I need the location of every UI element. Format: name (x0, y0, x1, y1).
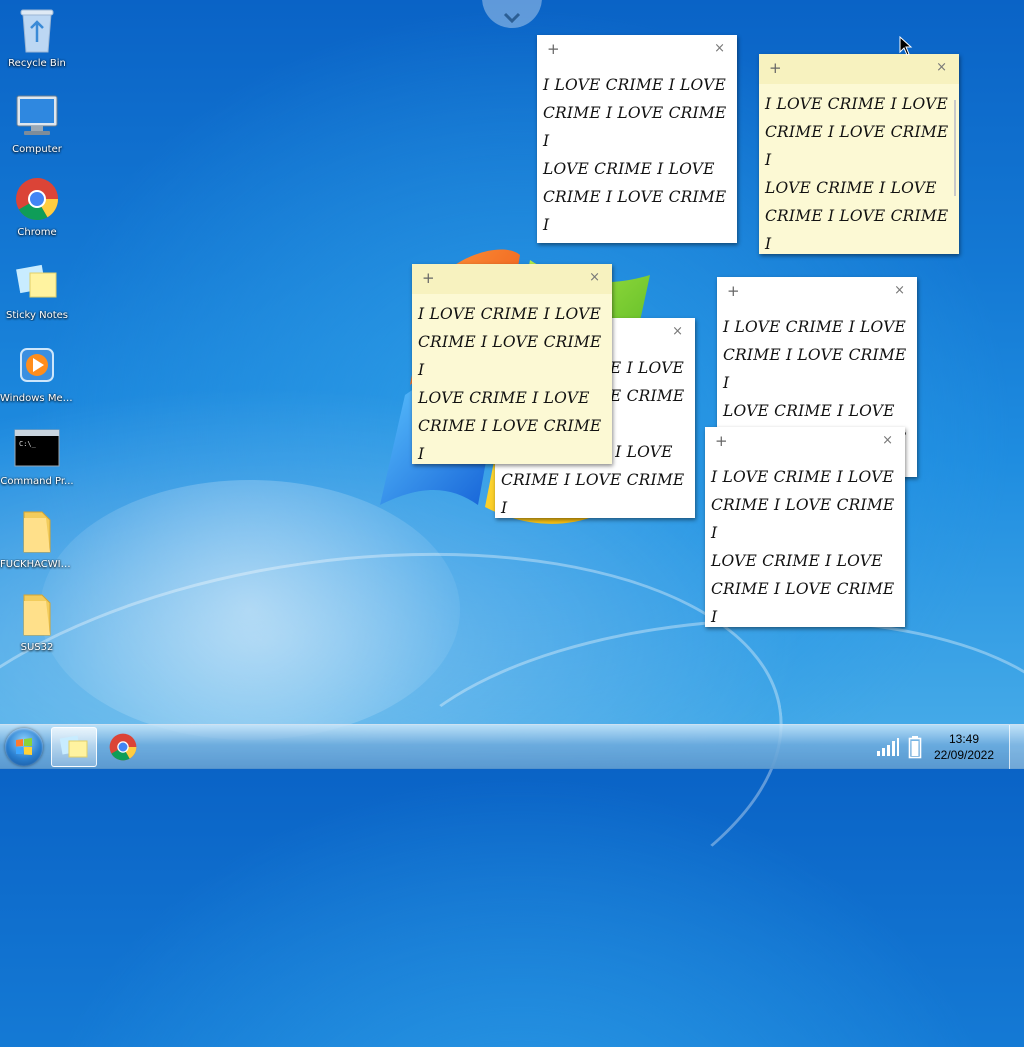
desktop-icon-label: Sticky Notes (6, 310, 68, 321)
sticky-note-text[interactable]: I LOVE CRIME I LOVE CRIME I LOVE CRIME I L… (759, 84, 959, 254)
sticky-note[interactable]: + × I LOVE CRIME I LOVE CRIME I LOVE CRIM… (759, 54, 959, 254)
sticky-note-line: CRIME I LOVE CRIME I (723, 346, 907, 392)
desktop-icon-sticky-notes[interactable]: Sticky Notes (0, 258, 74, 321)
sticky-note-line: LOVE CRIME I LOVE (711, 552, 883, 570)
desktop-icon-label: Recycle Bin (8, 58, 66, 69)
sticky-note-line: LOVE CRIME I LOVE (543, 239, 731, 243)
clock-time: 13:49 (948, 732, 980, 746)
folder-icon (13, 590, 61, 638)
taskbar-item-chrome[interactable] (100, 727, 146, 767)
clock-date: 22/09/2022 (933, 748, 995, 762)
add-note-icon[interactable]: + (547, 40, 560, 58)
show-desktop-button[interactable] (1009, 725, 1024, 769)
sticky-note-line: CRIME I LOVE CRIME I (711, 580, 895, 626)
sticky-note-line: CRIME I LOVE CRIME I (711, 496, 895, 542)
windows-start-icon (16, 738, 32, 755)
sticky-note-titlebar[interactable]: + × (537, 35, 737, 65)
close-note-icon[interactable]: × (672, 324, 683, 339)
desktop-icon-recycle-bin[interactable]: Recycle Bin (0, 6, 74, 69)
close-note-icon[interactable]: × (714, 41, 725, 56)
sticky-notes-icon (13, 258, 61, 306)
sticky-note[interactable]: + × I LOVE CRIME I LOVE CRIME I LOVE CRIM… (705, 427, 905, 627)
sticky-note-text[interactable]: I LOVE CRIME I LOVE CRIME I LOVE CRIME I L… (705, 457, 905, 627)
desktop-icon-label: Windows Med... (0, 393, 74, 404)
sticky-note-line: CRIME I LOVE CRIME I (543, 188, 727, 234)
close-note-icon[interactable]: × (936, 60, 947, 75)
taskbar-item-sticky-notes[interactable] (51, 727, 97, 767)
sticky-note[interactable]: + × I LOVE CRIME I LOVE CRIME I LOVE CRIM… (412, 264, 612, 464)
add-note-icon[interactable]: + (769, 59, 782, 77)
desktop-icon-label: Command Pr... (0, 476, 74, 487)
windows-media-player-icon (13, 341, 61, 389)
sticky-note-scrollbar[interactable] (954, 100, 956, 196)
command-prompt-icon: C:\_ (13, 424, 61, 472)
sticky-note-line: I LOVE CRIME I LOVE (723, 318, 907, 336)
sticky-note-titlebar[interactable]: + × (705, 427, 905, 457)
sticky-note[interactable]: + × I LOVE CRIME I LOVE CRIME I LOVE CRIM… (537, 35, 737, 243)
desktop-icon-label: SUS32 (20, 642, 54, 653)
folder-icon (13, 507, 61, 555)
battery-icon[interactable] (908, 735, 922, 759)
add-note-icon[interactable]: + (715, 432, 728, 450)
desktop-icon-folder-fuckhacwi[interactable]: FUCKHACWI3.1 (0, 507, 74, 570)
desktop-icon-computer[interactable]: Computer (0, 92, 74, 155)
close-note-icon[interactable]: × (894, 283, 905, 298)
mouse-cursor-icon (899, 36, 913, 56)
sticky-note-line: CRIME I LOVE CRIME I (765, 207, 949, 253)
desktop-icon-label: Computer (12, 144, 62, 155)
sticky-note-titlebar[interactable]: + × (717, 277, 917, 307)
close-note-icon[interactable]: × (882, 433, 893, 448)
signal-icon[interactable] (876, 737, 900, 757)
sticky-note-titlebar[interactable]: + × (759, 54, 959, 84)
desktop-icon-command-prompt[interactable]: C:\_ Command Pr... (0, 424, 74, 487)
svg-text:C:\_: C:\_ (19, 440, 37, 448)
chrome-icon (13, 175, 61, 223)
sticky-note-line: LOVE CRIME I LOVE (543, 160, 715, 178)
sticky-note-line: LOVE CRIME I LOVE (418, 389, 590, 407)
sticky-note-line: CRIME I LOVE CRIME I (765, 123, 949, 169)
computer-icon (13, 92, 61, 140)
sticky-note-line: I LOVE CRIME I LOVE (711, 468, 895, 486)
top-dropdown-handle[interactable] (482, 0, 542, 28)
sticky-note-line: LOVE CRIME I LOVE (723, 402, 895, 420)
sticky-note-text[interactable]: I LOVE CRIME I LOVE CRIME I LOVE CRIME I L… (537, 65, 737, 243)
sticky-notes-icon (59, 735, 88, 758)
desktop-icon-chrome[interactable]: Chrome (0, 175, 74, 238)
add-note-icon[interactable]: + (422, 269, 435, 287)
taskbar-clock[interactable]: 13:49 22/09/2022 (926, 731, 1002, 763)
sticky-note-line: LOVE CRIME I LOVE (765, 179, 937, 197)
chrome-icon (109, 733, 137, 761)
close-note-icon[interactable]: × (589, 270, 600, 285)
sticky-note-text[interactable]: I LOVE CRIME I LOVE CRIME I LOVE CRIME I L… (412, 294, 612, 464)
sticky-note-titlebar[interactable]: + × (412, 264, 612, 294)
sticky-note-line: CRIME I LOVE CRIME I (418, 417, 602, 463)
start-button[interactable] (5, 728, 43, 766)
add-note-icon[interactable]: + (727, 282, 740, 300)
desktop-icon-label: Chrome (17, 227, 57, 238)
sticky-note-line: I LOVE CRIME I LOVE (418, 305, 602, 323)
sticky-note-line: I LOVE CRIME I LOVE (543, 76, 727, 94)
desktop-icon-label: FUCKHACWI3.1 (0, 559, 74, 570)
sticky-note-line: I LOVE CRIME I LOVE (765, 95, 949, 113)
sticky-note-line: CRIME I LOVE CRIME I (501, 471, 685, 517)
sticky-note-line: CRIME I LOVE CRIME I (418, 333, 602, 379)
taskbar: 13:49 22/09/2022 (0, 724, 1024, 769)
sticky-note-line: CRIME I LOVE CRIME I (543, 104, 727, 150)
chevron-down-icon (503, 12, 521, 24)
desktop-icon-windows-media-player[interactable]: Windows Med... (0, 341, 74, 404)
desktop-icon-folder-sus32[interactable]: SUS32 (0, 590, 74, 653)
recycle-bin-icon (13, 6, 61, 54)
